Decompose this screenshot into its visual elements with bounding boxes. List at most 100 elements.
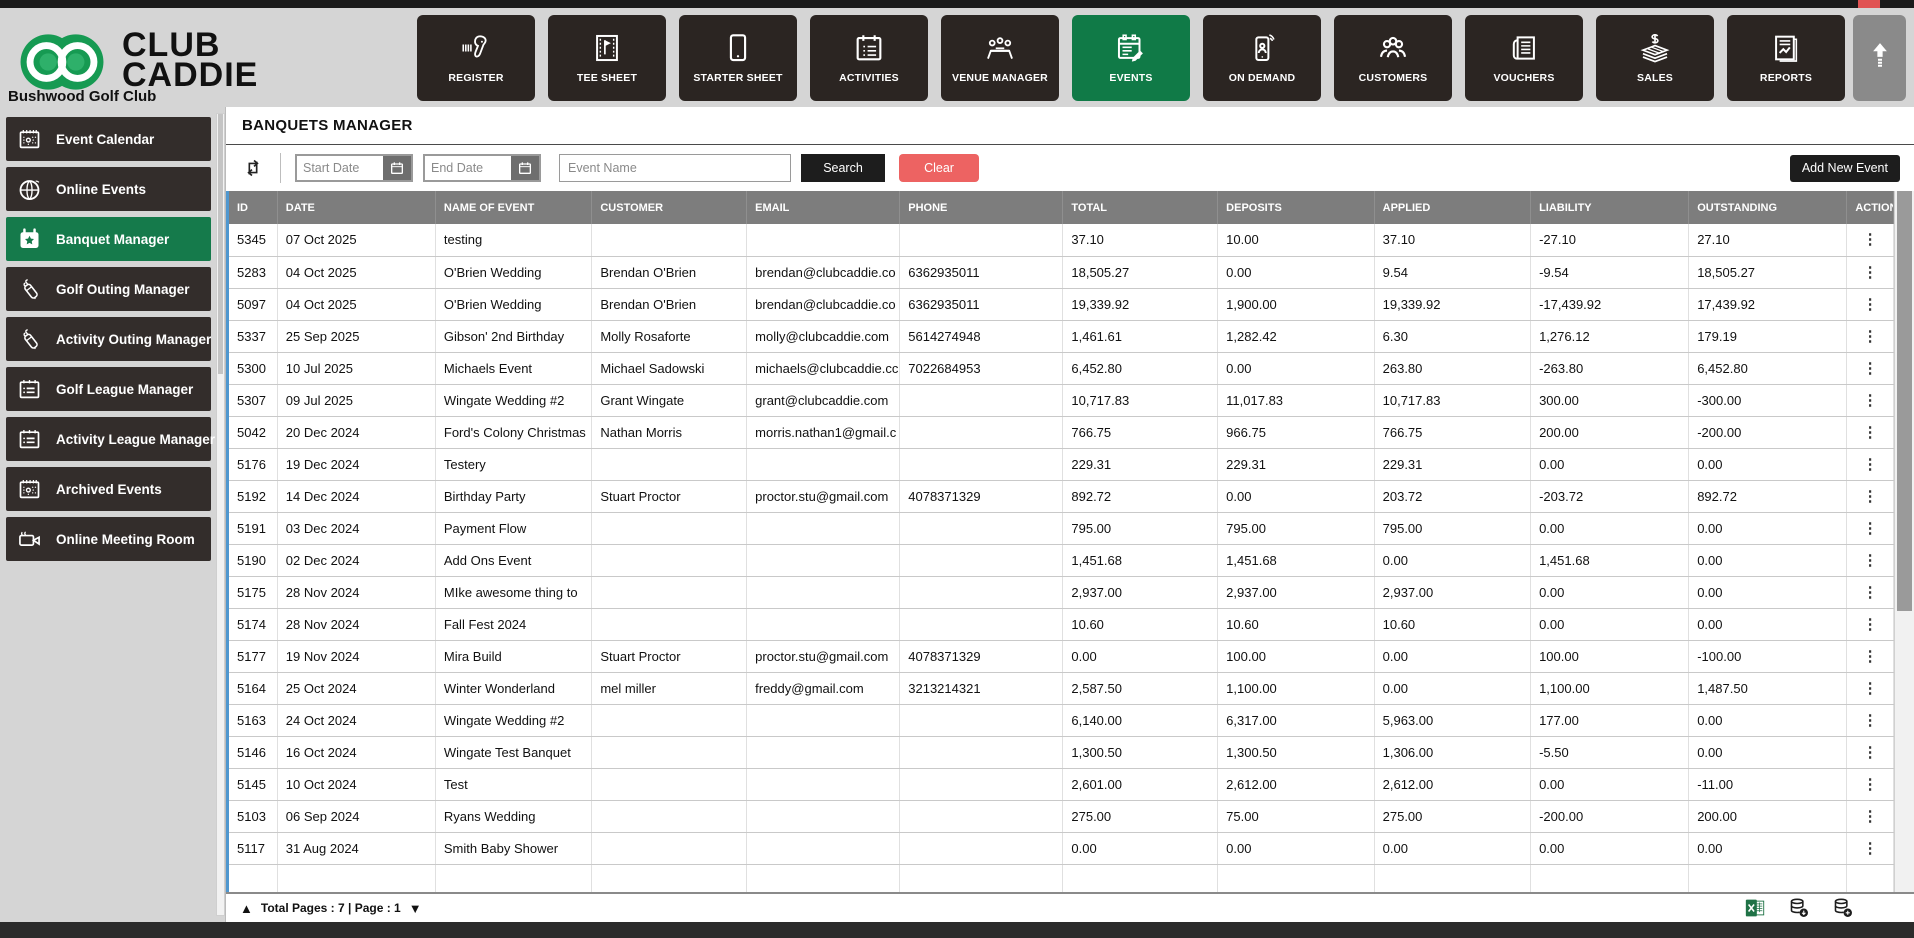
cell-email xyxy=(746,512,901,545)
sidebar-item-golf-league-manager[interactable]: Golf League Manager xyxy=(6,367,211,411)
add-new-event-button[interactable]: Add New Event xyxy=(1789,154,1900,182)
row-actions-kebab-icon[interactable]: ⋮ xyxy=(1863,841,1878,856)
cell-outstanding: 6,452.80 xyxy=(1688,352,1848,385)
row-actions-kebab-icon[interactable]: ⋮ xyxy=(1863,681,1878,696)
nav-button-venue-manager[interactable]: VENUE MANAGER xyxy=(941,14,1059,101)
row-actions-kebab-icon[interactable]: ⋮ xyxy=(1863,585,1878,600)
nav-button-activities[interactable]: ACTIVITIES xyxy=(810,14,928,101)
nav-button-events[interactable]: EVENTS xyxy=(1072,14,1190,101)
column-header-email[interactable]: EMAIL xyxy=(746,191,901,224)
row-actions-kebab-icon[interactable]: ⋮ xyxy=(1863,232,1878,247)
end-date-calendar-icon[interactable] xyxy=(511,156,539,180)
table-row: 5283 04 Oct 2025 O'Brien Wedding Brendan O'… xyxy=(229,256,1894,289)
row-actions-kebab-icon[interactable]: ⋮ xyxy=(1863,617,1878,632)
row-actions-kebab-icon[interactable]: ⋮ xyxy=(1863,521,1878,536)
cell-date: 31 Aug 2024 xyxy=(277,832,436,865)
table-scrollbar-thumb[interactable] xyxy=(1897,191,1912,611)
cell-action: ⋮ xyxy=(1846,576,1894,609)
nav-button-label: STARTER SHEET xyxy=(693,72,783,84)
nav-scroll-up-button[interactable] xyxy=(1853,14,1906,101)
column-header-date[interactable]: DATE xyxy=(277,191,436,224)
column-header-outstanding[interactable]: OUTSTANDING xyxy=(1688,191,1848,224)
row-actions-kebab-icon[interactable]: ⋮ xyxy=(1863,457,1878,472)
cell-id: 5337 xyxy=(229,320,278,353)
cell-phone xyxy=(899,384,1064,417)
cell-date: 24 Oct 2024 xyxy=(277,704,436,737)
row-actions-kebab-icon[interactable]: ⋮ xyxy=(1863,553,1878,568)
row-actions-kebab-icon[interactable]: ⋮ xyxy=(1863,713,1878,728)
tee-sheet-icon xyxy=(590,31,624,65)
nav-button-customers[interactable]: CUSTOMERS xyxy=(1334,14,1452,101)
start-date-input[interactable] xyxy=(297,156,383,180)
tablet-icon xyxy=(721,31,755,65)
row-actions-kebab-icon[interactable]: ⋮ xyxy=(1863,361,1878,376)
cell-email: michaels@clubcaddie.cc xyxy=(746,352,901,385)
nav-button-register[interactable]: REGISTER xyxy=(417,14,535,101)
cell-deposits: 100.00 xyxy=(1217,640,1375,673)
sidebar-scrollbar-thumb[interactable] xyxy=(218,114,223,374)
row-actions-kebab-icon[interactable]: ⋮ xyxy=(1863,777,1878,792)
cell-date: 04 Oct 2025 xyxy=(277,288,436,321)
cell-name-of-event: Ford's Colony Christmas xyxy=(435,416,593,449)
clear-button[interactable]: Clear xyxy=(899,154,979,182)
cell-applied: 10,717.83 xyxy=(1374,384,1532,417)
sidebar-item-activity-outing-manager[interactable]: Activity Outing Manager xyxy=(6,317,211,361)
database-sync-icon[interactable] xyxy=(1832,897,1854,919)
sidebar-item-activity-league-manager[interactable]: Activity League Manager xyxy=(6,417,215,461)
cell-total: 1,451.68 xyxy=(1062,544,1219,577)
cell-customer: Grant Wingate xyxy=(591,384,748,417)
cell-total: 2,937.00 xyxy=(1062,576,1219,609)
column-header-phone[interactable]: PHONE xyxy=(899,191,1064,224)
event-name-input[interactable] xyxy=(559,154,791,182)
row-actions-kebab-icon[interactable]: ⋮ xyxy=(1863,745,1878,760)
column-header-liability[interactable]: LIABILITY xyxy=(1530,191,1690,224)
cell-applied: 9.54 xyxy=(1374,256,1532,289)
nav-button-starter-sheet[interactable]: STARTER SHEET xyxy=(679,14,797,101)
row-actions-kebab-icon[interactable]: ⋮ xyxy=(1863,265,1878,280)
sidebar-item-online-events[interactable]: Online Events xyxy=(6,167,211,211)
database-export-icon[interactable] xyxy=(1788,897,1810,919)
nav-button-reports[interactable]: REPORTS xyxy=(1727,14,1845,101)
column-header-id[interactable]: ID xyxy=(229,191,278,224)
column-header-total[interactable]: TOTAL xyxy=(1062,191,1219,224)
sidebar-item-event-calendar[interactable]: Event Calendar xyxy=(6,117,211,161)
row-actions-kebab-icon[interactable]: ⋮ xyxy=(1863,297,1878,312)
row-actions-kebab-icon[interactable]: ⋮ xyxy=(1863,329,1878,344)
sidebar-item-golf-outing-manager[interactable]: Golf Outing Manager xyxy=(6,267,211,311)
cell-total: 229.31 xyxy=(1062,448,1219,481)
nav-button-sales[interactable]: SALES xyxy=(1596,14,1714,101)
sidebar-item-archived-events[interactable]: Archived Events xyxy=(6,467,211,511)
column-header-customer[interactable]: CUSTOMER xyxy=(591,191,748,224)
row-actions-kebab-icon[interactable]: ⋮ xyxy=(1863,393,1878,408)
cell-email: proctor.stu@gmail.com xyxy=(746,640,901,673)
nav-button-vouchers[interactable]: VOUCHERS xyxy=(1465,14,1583,101)
page-up-icon[interactable]: ▲ xyxy=(240,902,253,915)
column-header-deposits[interactable]: DEPOSITS xyxy=(1217,191,1375,224)
sidebar-item-banquet-manager[interactable]: Banquet Manager xyxy=(6,217,211,261)
cell-phone: 6362935011 xyxy=(899,256,1064,289)
cell-action: ⋮ xyxy=(1846,736,1894,769)
row-actions-kebab-icon[interactable]: ⋮ xyxy=(1863,649,1878,664)
refresh-icon[interactable] xyxy=(240,155,266,181)
row-actions-kebab-icon[interactable]: ⋮ xyxy=(1863,489,1878,504)
row-actions-kebab-icon[interactable]: ⋮ xyxy=(1863,425,1878,440)
cell-outstanding: -11.00 xyxy=(1688,768,1848,801)
excel-export-icon[interactable] xyxy=(1744,897,1766,919)
nav-button-tee-sheet[interactable]: TEE SHEET xyxy=(548,14,666,101)
column-header-applied[interactable]: APPLIED xyxy=(1374,191,1532,224)
cell-email xyxy=(746,608,901,641)
row-actions-kebab-icon[interactable]: ⋮ xyxy=(1863,809,1878,824)
column-header-name-of-event[interactable]: NAME OF EVENT xyxy=(435,191,593,224)
end-date-input[interactable] xyxy=(425,156,511,180)
cell-customer xyxy=(591,512,748,545)
cell-name-of-event: O'Brien Wedding xyxy=(435,288,593,321)
nav-button-on-demand[interactable]: ON DEMAND xyxy=(1203,14,1321,101)
search-button[interactable]: Search xyxy=(801,154,885,182)
sidebar-item-online-meeting-room[interactable]: Online Meeting Room xyxy=(6,517,211,561)
start-date-calendar-icon[interactable] xyxy=(383,156,411,180)
cell-action: ⋮ xyxy=(1846,224,1894,257)
page-down-icon[interactable]: ▼ xyxy=(409,902,422,915)
main-content: BANQUETS MANAGER Start Date End Date Eve… xyxy=(225,107,1914,922)
column-header-action[interactable]: ACTION xyxy=(1846,191,1894,224)
cell-date: 04 Oct 2025 xyxy=(277,256,436,289)
